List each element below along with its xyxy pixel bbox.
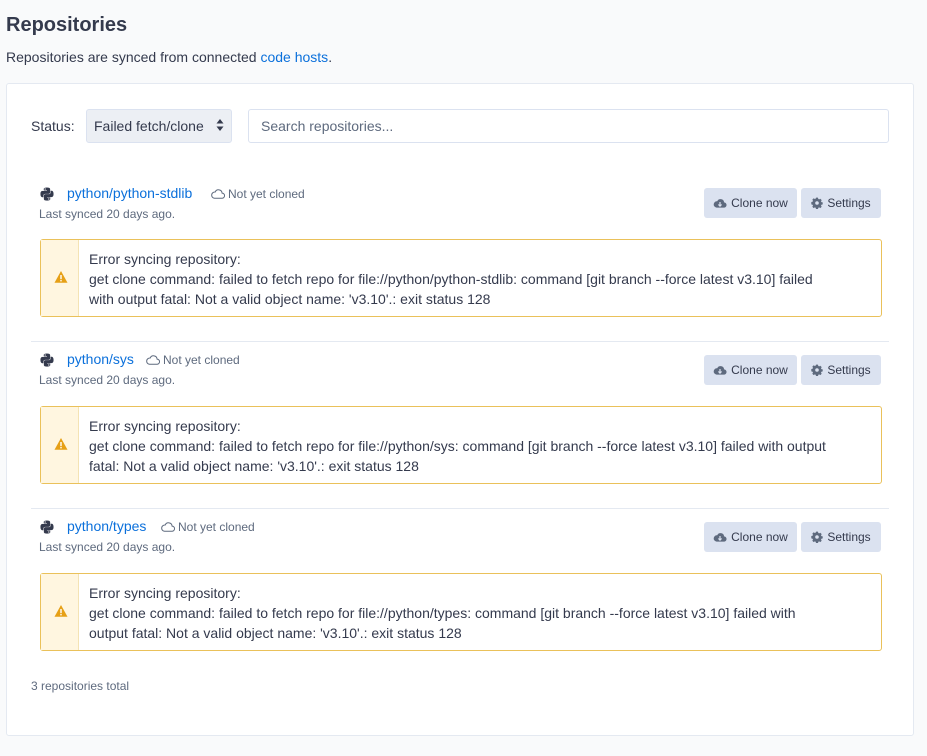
cloud-download-icon [713,533,727,542]
clone-status: Not yet cloned [161,520,255,534]
alert-line: get clone command: failed to fetch repo … [89,438,826,454]
alert-line: Error syncing repository: [89,251,241,267]
last-synced-text: Last synced 20 days ago. [39,207,176,221]
page-subtitle: Repositories are synced from connected c… [6,49,332,65]
alert-line: output fatal: Not a valid object name: '… [89,625,462,641]
repo-name-link[interactable]: python/types [67,518,146,534]
status-filter-label: Status: [31,118,75,134]
clone-now-label: Clone now [731,196,788,210]
python-logo-icon [40,353,54,367]
alert-message: Error syncing repository: get clone comm… [89,416,874,476]
status-filter-select[interactable]: Failed fetch/clone [86,109,232,143]
sync-error-alert: Error syncing repository: get clone comm… [40,406,882,484]
gear-icon [811,531,824,543]
python-logo-icon [40,520,54,534]
clone-now-button[interactable]: Clone now [704,188,797,218]
gear-icon [811,364,824,376]
alert-line: fatal: Not a valid object name: 'v3.10'.… [89,458,419,474]
cloud-download-icon [713,199,727,208]
alert-message: Error syncing repository: get clone comm… [89,249,874,309]
subtitle-text: Repositories are synced from connected [6,49,261,65]
cloud-icon [211,189,225,199]
clone-status: Not yet cloned [146,353,240,367]
settings-label: Settings [827,530,871,544]
cloud-icon [146,355,160,365]
alert-message: Error syncing repository: get clone comm… [89,583,874,643]
clone-status: Not yet cloned [211,187,305,201]
clone-now-label: Clone now [731,530,788,544]
alert-line: Error syncing repository: [89,585,241,601]
alert-line: Error syncing repository: [89,418,241,434]
clone-status-text: Not yet cloned [228,187,305,201]
cloud-download-icon [713,366,727,375]
clone-status-text: Not yet cloned [163,353,240,367]
settings-label: Settings [827,363,871,377]
alert-line: get clone command: failed to fetch repo … [89,605,796,621]
status-filter-value: Failed fetch/clone [94,118,204,134]
search-repositories-input[interactable] [248,109,889,143]
warning-triangle-icon [54,271,68,283]
settings-button[interactable]: Settings [801,355,881,385]
repo-name-link[interactable]: python/sys [67,351,134,367]
gear-icon [811,197,824,209]
repositories-total: 3 repositories total [31,679,130,693]
clone-status-text: Not yet cloned [178,520,255,534]
filter-row: Status: Failed fetch/clone [31,109,889,143]
clone-now-button[interactable]: Clone now [704,355,797,385]
last-synced-text: Last synced 20 days ago. [39,540,176,554]
repo-item: python/types Not yet cloned Last synced … [31,508,889,675]
cloud-icon [161,522,175,532]
select-arrows-icon [216,119,224,131]
clone-now-button[interactable]: Clone now [704,522,797,552]
settings-button[interactable]: Settings [801,188,881,218]
code-hosts-link[interactable]: code hosts [260,49,328,65]
repo-name-link[interactable]: python/python-stdlib [67,185,192,201]
repositories-panel: Status: Failed fetch/clone python/python… [6,83,914,736]
repositories-page: Repositories Repositories are synced fro… [0,0,927,756]
page-title: Repositories [6,14,128,36]
sync-error-alert: Error syncing repository: get clone comm… [40,239,882,317]
warning-triangle-icon [54,605,68,617]
settings-label: Settings [827,196,871,210]
settings-button[interactable]: Settings [801,522,881,552]
subtitle-suffix: . [328,49,333,65]
alert-line: with output fatal: Not a valid object na… [89,291,491,307]
repo-item: python/sys Not yet cloned Last synced 20… [31,341,889,508]
repo-item: python/python-stdlib Not yet cloned Last… [31,175,889,342]
python-logo-icon [40,187,54,201]
warning-triangle-icon [54,438,68,450]
last-synced-text: Last synced 20 days ago. [39,373,176,387]
sync-error-alert: Error syncing repository: get clone comm… [40,573,882,651]
clone-now-label: Clone now [731,363,788,377]
alert-line: get clone command: failed to fetch repo … [89,271,813,287]
